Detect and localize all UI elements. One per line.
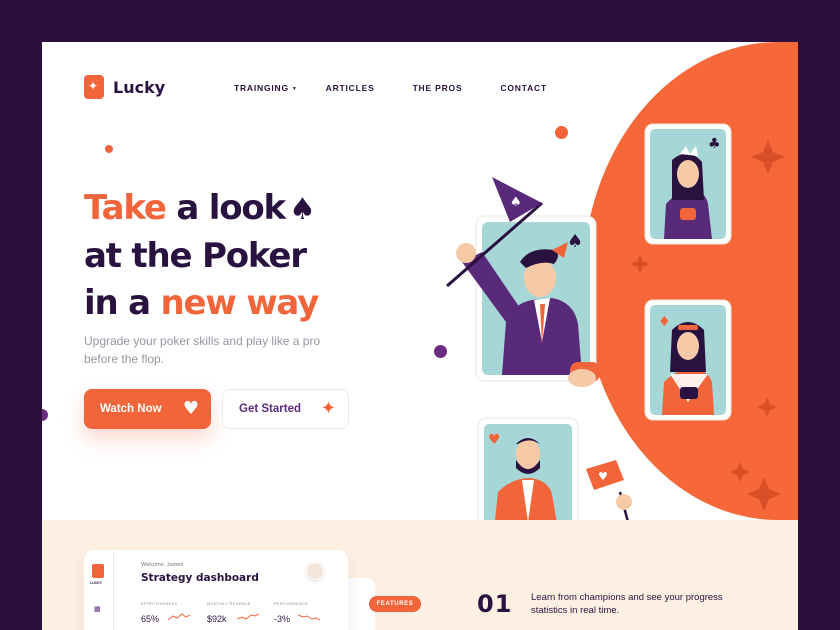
nav-item-articles[interactable]: ARTICLES [326, 83, 375, 93]
features-badge: FEATURES [369, 596, 421, 612]
dashboard-welcome: Welcome, James [141, 562, 184, 568]
dashboard-title: Strategy dashboard [141, 572, 259, 584]
nav-item-training[interactable]: TRAINGING ▼ [234, 83, 298, 93]
svg-text:♥: ♥ [488, 432, 501, 448]
hero-subtitle: Upgrade your poker skills and play like … [84, 334, 321, 366]
nav-item-label: TRAINGING [234, 83, 289, 93]
sparkline-icon [298, 614, 320, 621]
svg-text:♠: ♠ [510, 195, 522, 210]
features-section: LUCKY ▦ Welcome, James Strategy dashboar… [42, 520, 798, 630]
get-started-label: Get Started [239, 403, 301, 415]
hero-title: Take a look ♠ at the Poker in a new way [84, 185, 319, 327]
hero-title-highlight: Take [84, 188, 167, 228]
decor-dot [105, 145, 113, 153]
sparkline-icon [168, 613, 190, 621]
decor-dot [42, 409, 48, 421]
dashboard-sidebar: LUCKY ▦ [84, 550, 114, 630]
dashboard-logo-icon [92, 564, 104, 578]
watch-now-label: Watch Now [100, 403, 162, 415]
svg-text:♣: ♣ [708, 136, 721, 152]
logo-icon [84, 75, 104, 99]
brand-name: Lucky [113, 77, 166, 97]
grid-icon[interactable]: ▦ [94, 605, 101, 613]
dashboard-preview: LUCKY ▦ Welcome, James Strategy dashboar… [84, 550, 348, 630]
brand-logo[interactable]: Lucky [84, 75, 165, 99]
avatar[interactable] [306, 562, 324, 580]
svg-text:♥: ♥ [598, 470, 608, 483]
hearts-card: ♥ ♥ [477, 417, 632, 522]
hero-title-text: a look [176, 188, 286, 228]
feature-description: Learn from champions and see your progre… [531, 592, 723, 616]
poker-illustration: ♠ ♠ ♣ ♦ ♥ ♥ [446, 123, 798, 522]
stat-label: MONTHLY REVENUE [207, 602, 251, 606]
spade-icon: ♠ [288, 192, 316, 227]
feature-number: 01 [477, 590, 513, 618]
landing-page: Lucky TRAINGING▼ ARTICLES THE PROS CONTA… [42, 42, 798, 630]
king-card: ♠ ♠ [446, 177, 600, 387]
svg-text:♠: ♠ [567, 231, 583, 252]
sparkle-icon: ✦ [320, 398, 336, 419]
hero-title-text: at the Poker [84, 236, 307, 276]
jack-card: ♦ [644, 299, 732, 421]
dashboard-brand: LUCKY [90, 581, 103, 585]
hero-title-text: in a [84, 283, 151, 323]
stat-label: PERFORMANCE [274, 602, 308, 606]
stat-label: EFFECTIVENESS [141, 602, 178, 606]
hero-title-highlight: new way [160, 283, 319, 323]
svg-text:♦: ♦ [658, 314, 671, 330]
watch-now-button[interactable]: Watch Now ♥ [84, 389, 211, 429]
heart-icon: ♥ [182, 398, 199, 419]
get-started-button[interactable]: Get Started ✦ [222, 389, 349, 429]
caret-down-icon: ▼ [291, 85, 298, 92]
queen-card: ♣ [644, 123, 732, 245]
sparkline-icon [237, 613, 259, 620]
